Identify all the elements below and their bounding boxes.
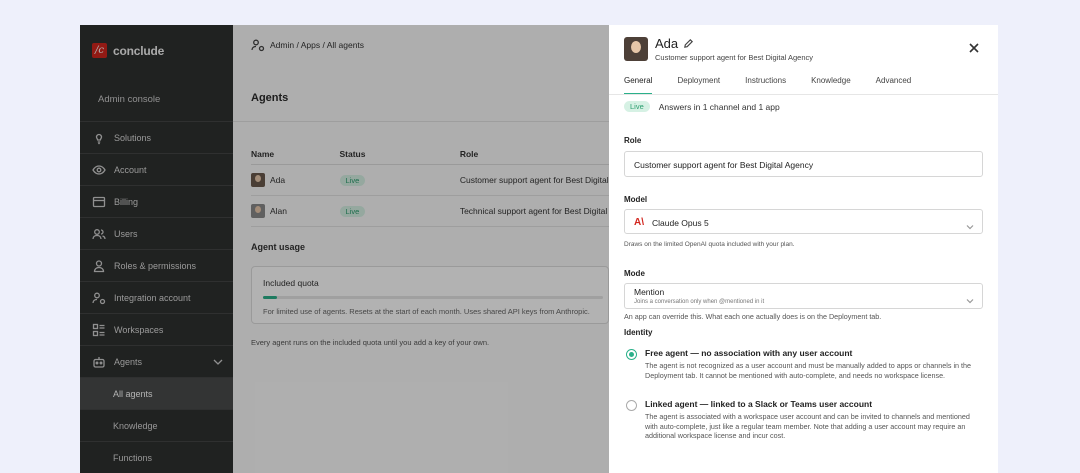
tab-instructions[interactable]: Instructions [745,76,786,95]
pencil-icon[interactable] [683,38,694,49]
live-status-text: Answers in 1 channel and 1 app [658,101,780,112]
tabs-divider [609,94,998,95]
model-select[interactable]: A\ Claude Opus 5 [624,209,983,234]
agent-detail-panel: Ada Customer support agent for Best Digi… [609,25,998,473]
mode-hint: An app can override this. What each one … [624,312,882,321]
agent-name: Ada [655,36,679,51]
option-title: Free agent — no association with any use… [645,348,853,358]
model-label: Model [624,195,648,204]
avatar [624,37,648,61]
status-badge: Live [624,101,650,112]
agent-name-heading: Ada [655,36,694,51]
anthropic-icon: A\ [634,217,644,228]
role-label: Role [624,136,642,145]
mode-select[interactable]: Mention Joins a conversation only when @… [624,283,983,309]
tab-deployment[interactable]: Deployment [677,76,720,95]
agent-subtitle: Customer support agent for Best Digital … [655,53,813,62]
mode-value: Mention [634,287,665,297]
option-description: The agent is associated with a workspace… [645,412,970,440]
role-value: Customer support agent for Best Digital … [634,160,814,170]
tab-general[interactable]: General [624,76,653,95]
option-title: Linked agent — linked to a Slack or Team… [645,399,873,409]
model-value: Claude Opus 5 [652,218,709,228]
chevron-down-icon [966,218,974,229]
option-content: Free agent — no association with any use… [645,348,980,380]
option-description: The agent is not recognized as a user ac… [645,361,972,380]
modal-overlay[interactable] [80,25,609,473]
tab-knowledge[interactable]: Knowledge [811,76,851,95]
chevron-down-icon [966,292,974,304]
role-input[interactable]: Customer support agent for Best Digital … [624,151,983,177]
radio-selected[interactable] [626,349,637,360]
mode-label: Mode [624,269,645,278]
close-icon [969,43,979,53]
identity-option-free[interactable]: Free agent — no association with any use… [626,348,980,380]
live-status-row: Live Answers in 1 channel and 1 app [624,101,780,112]
panel-tabs: General Deployment Instructions Knowledg… [624,76,911,95]
app-frame: /c conclude Admin console Solutions Acco… [80,25,998,473]
identity-option-linked[interactable]: Linked agent — linked to a Slack or Team… [626,399,980,441]
tab-advanced[interactable]: Advanced [876,76,912,95]
option-content: Linked agent — linked to a Slack or Team… [645,399,980,441]
close-button[interactable] [968,41,980,53]
identity-label: Identity [624,328,653,337]
model-hint: Draws on the limited OpenAI quota includ… [624,241,795,248]
mode-subtext: Joins a conversation only when @mentione… [634,299,765,305]
radio-unselected[interactable] [626,400,637,411]
